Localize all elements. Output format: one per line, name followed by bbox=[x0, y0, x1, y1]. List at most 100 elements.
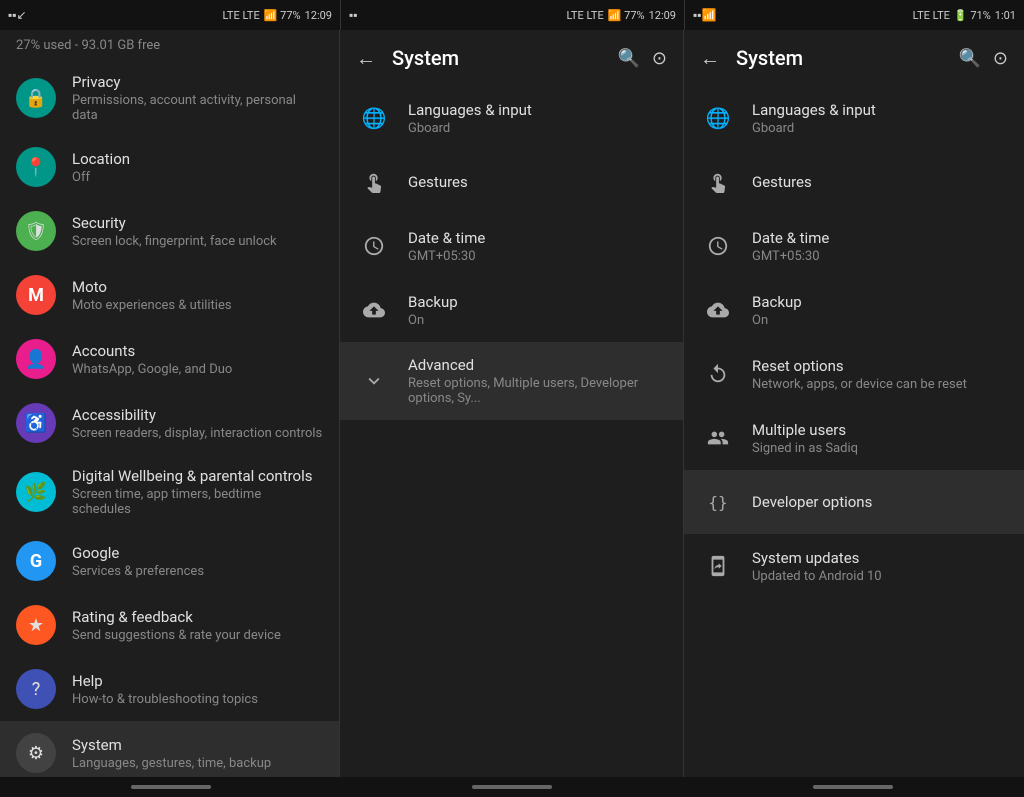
wellbeing-icon: 🌿 bbox=[16, 472, 56, 512]
sidebar-item-system[interactable]: ⚙ System Languages, gestures, time, back… bbox=[0, 721, 339, 777]
multiusers-title: Multiple users bbox=[752, 421, 1008, 439]
help-subtitle: How-to & troubleshooting topics bbox=[72, 692, 323, 707]
mid-back-button[interactable]: ← bbox=[356, 46, 376, 71]
rating-title: Rating & feedback bbox=[72, 608, 323, 626]
developer-title: Developer options bbox=[752, 493, 1008, 511]
right-time: 1:01 bbox=[995, 9, 1016, 22]
bottom-indicator-left bbox=[0, 777, 341, 797]
right-battery: 🔋 71% bbox=[954, 9, 991, 22]
privacy-subtitle: Permissions, account activity, personal … bbox=[72, 93, 323, 123]
mid-item-datetime[interactable]: Date & time GMT+05:30 bbox=[340, 214, 683, 278]
right-gestures-icon bbox=[700, 164, 736, 200]
languages-subtitle: Gboard bbox=[408, 121, 667, 136]
right-search-icon[interactable]: 🔍 bbox=[958, 48, 980, 69]
mid-item-languages[interactable]: 🌐 Languages & input Gboard bbox=[340, 86, 683, 150]
advanced-subtitle: Reset options, Multiple users, Developer… bbox=[408, 376, 667, 406]
status-bar-left: ▪▪↙ LTE LTE 📶 77% 12:09 bbox=[0, 0, 340, 30]
multiusers-icon bbox=[700, 420, 736, 456]
multiusers-subtitle: Signed in as Sadiq bbox=[752, 441, 1008, 456]
right-item-reset[interactable]: Reset options Network, apps, or device c… bbox=[684, 342, 1024, 406]
left-battery: 📶 77% bbox=[264, 9, 301, 22]
updates-icon bbox=[700, 548, 736, 584]
reset-title: Reset options bbox=[752, 357, 1008, 375]
accounts-icon: 👤 bbox=[16, 339, 56, 379]
right-item-multiusers[interactable]: Multiple users Signed in as Sadiq bbox=[684, 406, 1024, 470]
right-backup-subtitle: On bbox=[752, 313, 1008, 328]
right-header: ← System 🔍 ⊙ bbox=[684, 30, 1024, 86]
mid-header: ← System 🔍 ⊙ bbox=[340, 30, 683, 86]
backup-title: Backup bbox=[408, 293, 667, 311]
sidebar-item-help[interactable]: ? Help How-to & troubleshooting topics bbox=[0, 657, 339, 721]
security-icon: 🛡 bbox=[16, 211, 56, 251]
mid-time: 12:09 bbox=[649, 9, 676, 22]
sidebar-item-digital-wellbeing[interactable]: 🌿 Digital Wellbeing & parental controls … bbox=[0, 455, 339, 529]
panels: 27% used - 93.01 GB free 🔒 Privacy Permi… bbox=[0, 30, 1024, 777]
system-subtitle: Languages, gestures, time, backup bbox=[72, 756, 323, 771]
help-title: Help bbox=[72, 672, 323, 690]
bottom-indicators bbox=[0, 777, 1024, 797]
right-title: System bbox=[736, 46, 958, 70]
sidebar-item-moto[interactable]: M Moto Moto experiences & utilities bbox=[0, 263, 339, 327]
sidebar-item-accounts[interactable]: 👤 Accounts WhatsApp, Google, and Duo bbox=[0, 327, 339, 391]
right-datetime-icon bbox=[700, 228, 736, 264]
right-item-datetime[interactable]: Date & time GMT+05:30 bbox=[684, 214, 1024, 278]
right-item-developer[interactable]: {} Developer options bbox=[684, 470, 1024, 534]
updates-title: System updates bbox=[752, 549, 1008, 567]
mid-item-advanced[interactable]: Advanced Reset options, Multiple users, … bbox=[340, 342, 683, 420]
system-title: System bbox=[72, 736, 323, 754]
left-status-icons: ▪▪↙ bbox=[8, 8, 27, 22]
sidebar-item-security[interactable]: 🛡 Security Screen lock, fingerprint, fac… bbox=[0, 199, 339, 263]
accessibility-title: Accessibility bbox=[72, 406, 323, 424]
backup-icon bbox=[356, 292, 392, 328]
mid-help-icon[interactable]: ⊙ bbox=[652, 48, 667, 69]
right-help-icon[interactable]: ⊙ bbox=[993, 48, 1008, 69]
sidebar-item-location[interactable]: 📍 Location Off bbox=[0, 135, 339, 199]
right-item-updates[interactable]: System updates Updated to Android 10 bbox=[684, 534, 1024, 598]
right-gestures-title: Gestures bbox=[752, 173, 1008, 191]
mid-signal: LTE LTE bbox=[566, 9, 603, 22]
right-languages-subtitle: Gboard bbox=[752, 121, 1008, 136]
sidebar-item-google[interactable]: G Google Services & preferences bbox=[0, 529, 339, 593]
moto-title: Moto bbox=[72, 278, 323, 296]
accessibility-subtitle: Screen readers, display, interaction con… bbox=[72, 426, 323, 441]
mid-title: System bbox=[392, 46, 617, 70]
right-item-languages[interactable]: 🌐 Languages & input Gboard bbox=[684, 86, 1024, 150]
right-languages-icon: 🌐 bbox=[700, 100, 736, 136]
mid-item-backup[interactable]: Backup On bbox=[340, 278, 683, 342]
languages-title: Languages & input bbox=[408, 101, 667, 119]
sidebar-item-privacy[interactable]: 🔒 Privacy Permissions, account activity,… bbox=[0, 61, 339, 135]
google-title: Google bbox=[72, 544, 323, 562]
mid-search-icon[interactable]: 🔍 bbox=[617, 48, 639, 69]
right-languages-title: Languages & input bbox=[752, 101, 1008, 119]
bottom-pill-right bbox=[813, 785, 893, 789]
location-title: Location bbox=[72, 150, 323, 168]
sidebar-item-accessibility[interactable]: ♿ Accessibility Screen readers, display,… bbox=[0, 391, 339, 455]
wellbeing-title: Digital Wellbeing & parental controls bbox=[72, 467, 323, 485]
languages-globe-icon: 🌐 bbox=[356, 100, 392, 136]
advanced-title: Advanced bbox=[408, 356, 667, 374]
datetime-title: Date & time bbox=[408, 229, 667, 247]
security-subtitle: Screen lock, fingerprint, face unlock bbox=[72, 234, 323, 249]
right-back-button[interactable]: ← bbox=[700, 46, 720, 71]
accounts-subtitle: WhatsApp, Google, and Duo bbox=[72, 362, 323, 377]
status-bar-right: ▪▪📶 LTE LTE 🔋 71% 1:01 bbox=[684, 0, 1024, 30]
updates-subtitle: Updated to Android 10 bbox=[752, 569, 1008, 584]
help-icon: ? bbox=[16, 669, 56, 709]
location-icon: 📍 bbox=[16, 147, 56, 187]
privacy-title: Privacy bbox=[72, 73, 323, 91]
rating-subtitle: Send suggestions & rate your device bbox=[72, 628, 323, 643]
right-item-backup[interactable]: Backup On bbox=[684, 278, 1024, 342]
moto-subtitle: Moto experiences & utilities bbox=[72, 298, 323, 313]
bottom-indicator-right bbox=[683, 777, 1024, 797]
location-subtitle: Off bbox=[72, 170, 323, 185]
right-item-gestures[interactable]: Gestures bbox=[684, 150, 1024, 214]
bottom-pill-mid bbox=[472, 785, 552, 789]
google-icon: G bbox=[16, 541, 56, 581]
status-bar-mid: ▪▪ LTE LTE 📶 77% 12:09 bbox=[340, 0, 684, 30]
left-time: 12:09 bbox=[305, 9, 332, 22]
accessibility-icon: ♿ bbox=[16, 403, 56, 443]
system-icon: ⚙ bbox=[16, 733, 56, 773]
right-datetime-subtitle: GMT+05:30 bbox=[752, 249, 1008, 264]
mid-item-gestures[interactable]: Gestures bbox=[340, 150, 683, 214]
sidebar-item-rating[interactable]: ★ Rating & feedback Send suggestions & r… bbox=[0, 593, 339, 657]
